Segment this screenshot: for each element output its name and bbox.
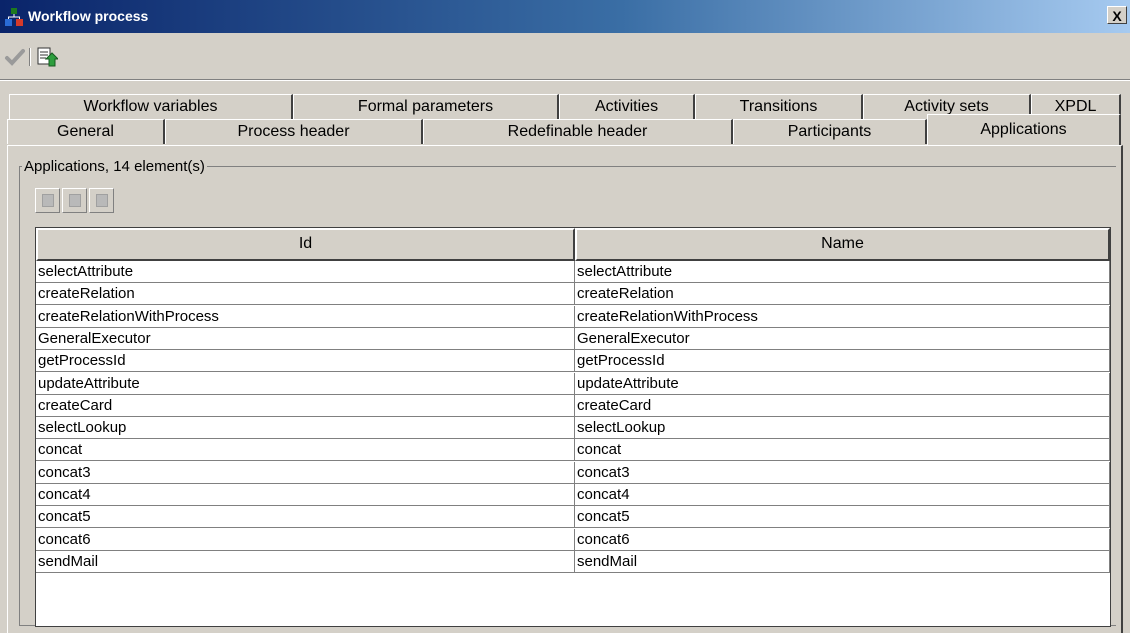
table-row[interactable]: concat4 concat4	[36, 484, 1110, 506]
close-button[interactable]: X	[1107, 6, 1127, 24]
close-icon: X	[1112, 8, 1122, 24]
table-row[interactable]: updateAttribute updateAttribute	[36, 372, 1110, 395]
table-row[interactable]: concat5 concat5	[36, 506, 1110, 529]
tab-participants[interactable]: Participants	[733, 119, 927, 144]
cell-id: createRelationWithProcess	[36, 305, 575, 328]
edit-element-button[interactable]	[62, 188, 87, 213]
cell-name: concat6	[575, 528, 1110, 551]
new-element-button[interactable]	[35, 188, 60, 213]
table-row[interactable]: getProcessId getProcessId	[36, 350, 1110, 373]
applications-table: Id Name selectAttribute selectAttribute cr…	[35, 227, 1111, 627]
cell-name: getProcessId	[575, 350, 1110, 373]
cell-name: selectAttribute	[575, 261, 1110, 283]
cell-name: createCard	[575, 394, 1110, 417]
cell-name: concat4	[575, 484, 1110, 506]
cell-id: sendMail	[36, 550, 575, 573]
cell-id: concat6	[36, 528, 575, 551]
cell-name: updateAttribute	[575, 372, 1110, 395]
window-title: Workflow process	[28, 8, 149, 24]
applications-group-label: Applications, 14 element(s)	[22, 158, 207, 175]
toolbar-separator	[29, 48, 31, 66]
table-row[interactable]: selectLookup selectLookup	[36, 417, 1110, 440]
cell-name: concat5	[575, 506, 1110, 529]
cell-name: selectLookup	[575, 417, 1110, 440]
tab-process-header[interactable]: Process header	[165, 119, 423, 144]
cell-name: sendMail	[575, 550, 1110, 573]
cell-name: createRelationWithProcess	[575, 305, 1110, 328]
table-row[interactable]: createRelation createRelation	[36, 283, 1110, 306]
table-row[interactable]: createRelationWithProcess createRelationW…	[36, 305, 1110, 328]
cell-id: concat3	[36, 461, 575, 484]
cell-name: GeneralExecutor	[575, 327, 1110, 350]
table-row[interactable]: selectAttribute selectAttribute	[36, 261, 1110, 283]
cell-id: updateAttribute	[36, 372, 575, 395]
tab-applications[interactable]: Applications	[927, 114, 1121, 145]
cell-name: concat	[575, 439, 1110, 462]
cell-name: createRelation	[575, 283, 1110, 306]
export-document-icon[interactable]	[36, 46, 58, 68]
cell-id: selectLookup	[36, 417, 575, 440]
column-header-id[interactable]: Id	[36, 228, 575, 261]
new-document-icon	[42, 194, 54, 207]
cell-id: createCard	[36, 394, 575, 417]
cell-id: createRelation	[36, 283, 575, 306]
tab-redefinable-header[interactable]: Redefinable header	[423, 119, 733, 144]
toolbar	[0, 36, 1130, 80]
tab-formal-parameters[interactable]: Formal parameters	[293, 94, 559, 119]
cell-id: concat4	[36, 484, 575, 506]
tab-transitions[interactable]: Transitions	[695, 94, 863, 119]
table-row[interactable]: sendMail sendMail	[36, 550, 1110, 573]
tab-activities[interactable]: Activities	[559, 94, 695, 119]
checkmark-icon[interactable]	[4, 46, 26, 68]
table-row[interactable]: createCard createCard	[36, 394, 1110, 417]
cell-name: concat3	[575, 461, 1110, 484]
cell-id: GeneralExecutor	[36, 327, 575, 350]
table-row[interactable]: concat concat	[36, 439, 1110, 462]
table-row[interactable]: GeneralExecutor GeneralExecutor	[36, 327, 1110, 350]
edit-document-icon	[69, 194, 81, 207]
workflow-app-icon	[5, 8, 23, 26]
toolbar-divider	[0, 79, 1130, 81]
tab-workflow-variables[interactable]: Workflow variables	[9, 94, 293, 119]
delete-element-button[interactable]	[89, 188, 114, 213]
cell-id: concat	[36, 439, 575, 462]
tab-general[interactable]: General	[7, 119, 165, 144]
table-row[interactable]: concat6 concat6	[36, 528, 1110, 551]
column-header-name[interactable]: Name	[575, 228, 1110, 261]
table-row[interactable]: concat3 concat3	[36, 461, 1110, 484]
cell-id: selectAttribute	[36, 261, 575, 283]
title-bar: Workflow process X	[0, 0, 1130, 33]
cell-id: concat5	[36, 506, 575, 529]
delete-document-icon	[96, 194, 108, 207]
table-header: Id Name	[36, 228, 1110, 261]
cell-id: getProcessId	[36, 350, 575, 373]
